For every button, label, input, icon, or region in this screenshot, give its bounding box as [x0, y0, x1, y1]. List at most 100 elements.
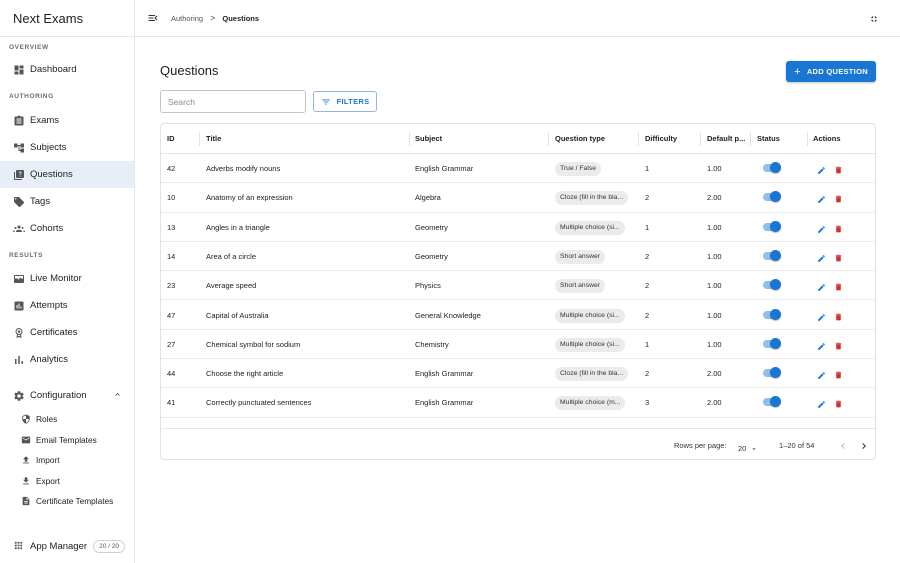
filters-button[interactable]: FILTERS — [313, 91, 377, 112]
rows-per-page-select[interactable]: 20 — [738, 444, 758, 453]
column-header-default-points[interactable]: Default p... — [701, 124, 745, 154]
delete-icon[interactable] — [834, 398, 843, 408]
table-row[interactable]: 42 Adverbs modify nouns English Grammar Tru… — [161, 154, 875, 184]
table-row[interactable]: 41 Correctly punctuated sentences English … — [161, 388, 875, 418]
status-toggle[interactable] — [763, 279, 781, 291]
search-input[interactable] — [160, 90, 306, 113]
toggle-knob — [770, 220, 781, 232]
table-row[interactable]: 10 Anatomy of an expression Algebra Cloze (… — [161, 183, 875, 213]
cell-subject: English Grammar — [415, 164, 474, 173]
delete-icon[interactable] — [834, 311, 843, 321]
cell-difficulty: 1 — [645, 339, 650, 349]
column-header-id[interactable]: ID — [161, 124, 175, 154]
sidebar-item-label: Exams — [30, 115, 60, 126]
sidebar-item-roles[interactable]: Roles — [0, 409, 134, 430]
next-page-button[interactable] — [858, 440, 870, 452]
status-toggle[interactable] — [763, 367, 781, 379]
sidebar-item-attempts[interactable]: Attempts — [0, 292, 134, 319]
gear-icon — [13, 390, 25, 402]
table-row[interactable]: 13 Angles in a triangle Geometry Multiple c… — [161, 213, 875, 242]
edit-icon[interactable] — [817, 340, 826, 350]
edit-icon[interactable] — [817, 193, 826, 204]
status-toggle[interactable] — [763, 396, 781, 408]
sidebar-item-certificate-templates[interactable]: Certificate Templates — [0, 491, 134, 512]
sidebar-item-questions[interactable]: Questions — [0, 161, 134, 188]
quiz-icon — [13, 169, 25, 181]
delete-icon[interactable] — [834, 164, 843, 174]
edit-icon[interactable] — [817, 223, 826, 233]
sidebar: Next Exams OVERVIEW Dashboard AUTHORING … — [0, 0, 135, 563]
cell-id: 10 — [167, 193, 176, 203]
sidebar-item-exams[interactable]: Exams — [0, 107, 134, 134]
sidebar-item-label: Configuration — [30, 390, 87, 401]
cell-subject: Geometry — [415, 251, 448, 261]
edit-icon[interactable] — [817, 398, 826, 409]
delete-icon[interactable] — [834, 369, 843, 379]
sidebar-item-tags[interactable]: Tags — [0, 188, 134, 215]
toggle-knob — [770, 396, 781, 408]
question-type-chip: Multiple choice (si... — [555, 220, 625, 235]
table-row[interactable]: 44 Choose the right article English Gramma… — [161, 359, 875, 389]
cell-question-type: Cloze (fill in the bla... — [549, 183, 629, 212]
cell-title: Correctly punctuated sentences — [206, 398, 312, 408]
status-toggle[interactable] — [763, 249, 781, 261]
sidebar-item-cohorts[interactable]: Cohorts — [0, 215, 134, 242]
cell-question-type: Short answer — [549, 271, 606, 300]
sidebar-group-configuration[interactable]: Configuration — [0, 382, 134, 409]
fullscreen-exit-icon[interactable] — [869, 13, 879, 23]
sidebar-item-label: Tags — [30, 196, 51, 207]
add-question-button[interactable]: + ADD QUESTION — [786, 61, 876, 82]
sidebar-item-import[interactable]: Import — [0, 450, 134, 471]
status-toggle[interactable] — [763, 191, 781, 203]
chevron-right-icon — [862, 443, 866, 449]
edit-icon[interactable] — [817, 369, 826, 379]
sidebar-item-live-monitor[interactable]: Live Monitor — [0, 265, 134, 292]
status-toggle[interactable] — [763, 220, 781, 232]
delete-icon[interactable] — [834, 252, 843, 262]
table-row[interactable]: 47 Capital of Australia General Knowledge M… — [161, 301, 875, 330]
previous-page-button[interactable] — [837, 440, 849, 452]
app-manager[interactable]: App Manager 20 / 20 — [0, 534, 134, 558]
question-type-chip: Short answer — [555, 249, 606, 264]
delete-icon[interactable] — [834, 223, 843, 233]
edit-icon[interactable] — [817, 281, 826, 292]
sidebar-item-subjects[interactable]: Subjects — [0, 134, 134, 161]
cell-subject: Chemistry — [415, 339, 449, 349]
toggle-knob — [770, 191, 781, 203]
column-header-difficulty[interactable]: Difficulty — [639, 124, 677, 154]
edit-icon[interactable] — [817, 164, 826, 174]
cell-default-points: 1.00 — [707, 164, 722, 173]
cell-default-points: 1.00 — [707, 222, 722, 232]
delete-icon[interactable] — [834, 340, 843, 350]
question-type-chip: Multiple choice (si... — [555, 337, 625, 352]
caret-down-icon — [752, 448, 757, 451]
menu-collapse-icon[interactable] — [147, 12, 159, 24]
sidebar-item-analytics[interactable]: Analytics — [0, 346, 134, 373]
column-header-status[interactable]: Status — [751, 124, 780, 154]
question-type-chip: Cloze (fill in the bla... — [555, 191, 629, 206]
status-toggle[interactable] — [763, 308, 781, 320]
edit-icon[interactable] — [817, 252, 826, 262]
sidebar-item-export[interactable]: Export — [0, 471, 134, 492]
cell-subject: Physics — [415, 281, 441, 291]
column-header-question-type[interactable]: Question type — [549, 124, 605, 154]
status-toggle[interactable] — [763, 162, 781, 173]
table-row[interactable]: 14 Area of a circle Geometry Short answer 2 1… — [161, 242, 875, 272]
sidebar-item-email-templates[interactable]: Email Templates — [0, 430, 134, 451]
sidebar-item-label: Roles — [36, 414, 58, 425]
delete-icon[interactable] — [834, 193, 843, 203]
status-toggle[interactable] — [763, 337, 781, 349]
delete-icon[interactable] — [834, 281, 843, 291]
sidebar-item-dashboard[interactable]: Dashboard — [0, 56, 134, 83]
column-header-subject[interactable]: Subject — [409, 124, 442, 154]
groups-icon — [13, 223, 25, 235]
cell-title: Capital of Australia — [206, 310, 269, 320]
cell-difficulty: 1 — [645, 164, 650, 173]
breadcrumb-authoring[interactable]: Authoring — [171, 14, 203, 23]
sidebar-item-certificates[interactable]: Certificates — [0, 319, 134, 346]
table-row[interactable]: 27 Chemical symbol for sodium Chemistry Mul… — [161, 330, 875, 360]
table-row[interactable]: 23 Average speed Physics Short answer 2 1.00 — [161, 271, 875, 301]
cell-id: 42 — [167, 164, 176, 173]
edit-icon[interactable] — [817, 311, 826, 321]
column-header-title[interactable]: Title — [200, 124, 221, 154]
